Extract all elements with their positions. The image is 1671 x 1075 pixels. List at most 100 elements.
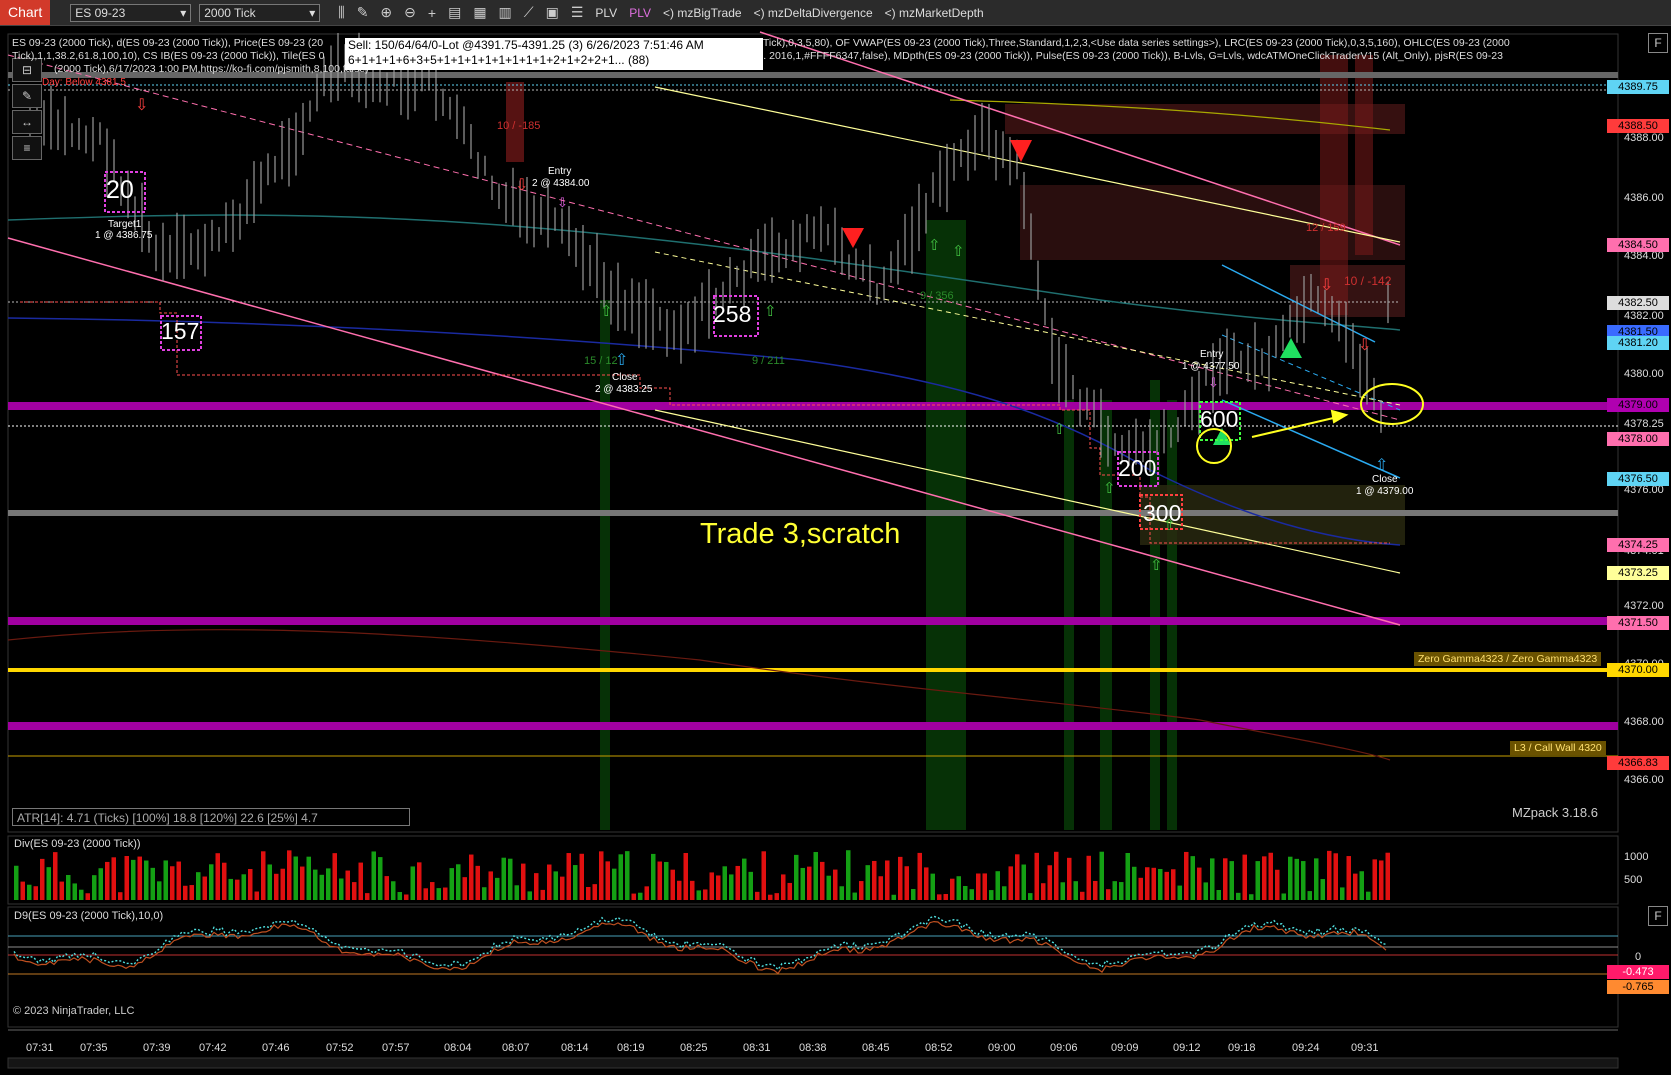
div-bar [196,872,201,900]
div-bar [306,856,311,900]
zoom-in-icon[interactable]: ⊕ [380,4,392,21]
div-bar [248,868,253,900]
info-line1: ES 09-23 (2000 Tick), d(ES 09-23 (2000 T… [12,37,324,49]
div-bar [742,858,747,900]
div-bar [501,857,506,900]
down-arrow-icon: ⇩ [1320,277,1333,294]
div-bar [352,882,357,900]
expand-icon[interactable]: ↔ [12,110,42,134]
div-bar [638,892,643,900]
div-bar [1067,857,1072,900]
d9-axis-tag: -0.765 [1607,980,1669,994]
div-bar [521,863,526,900]
d9-panel-label: D9(ES 09-23 (2000 Tick),10,0) [14,910,164,922]
div-bar [40,858,45,900]
big-trade-size: 258 [713,301,752,327]
div-bar [774,893,779,900]
price-tag: 4388.50 [1607,119,1669,133]
up-arrow-icon: ⇧ [952,243,965,260]
big-trade-size: 157 [161,318,200,344]
div-bar [1086,855,1091,900]
div-bar [27,884,32,900]
close-label: Close [612,372,638,383]
price-tag: 4384.50 [1607,238,1669,252]
price-chart[interactable]: ⇩ ⇩ ⇩ ⇩ ⇧ ⇧ ⇧ ⇧ ⇧ ⇧ ⇧ ⇧ ⇧ ⇧ ⇩ ⇩ [0,27,1671,1075]
div-bar [430,882,435,900]
instrument-selector[interactable]: ES 09-23 ▾ [70,3,192,22]
entry-marker-icon: ⇩ [1208,375,1219,390]
div-bar [85,893,90,900]
big-trade-size: 200 [1118,455,1157,481]
div-bar [1008,866,1013,900]
price-tag: 4382.50 [1607,296,1669,310]
div-bar [1242,854,1247,900]
time-axis-label: 07:57 [382,1042,410,1054]
div-bar [313,869,318,900]
plv-alt-button[interactable]: PLV [629,6,651,20]
mzdeltadivergence-button[interactable]: <) mzDeltaDivergence [754,6,873,20]
pencil-icon[interactable]: ✎ [357,4,369,21]
div-bar [1112,881,1117,900]
zero-gamma-label: Zero Gamma4323 / Zero Gamma4323 [1414,652,1602,666]
div-bar [612,868,617,900]
bars-icon[interactable]: ⫼ [338,4,344,21]
ratio-label: 10 / -142 [1344,274,1392,288]
indicator-icon[interactable]: ▥ [499,4,512,21]
collapse-panel-button[interactable]: F [1648,33,1668,53]
ratio-label: 10 / -185 [497,120,541,132]
div-bar [274,873,279,900]
div-bar [1281,893,1286,900]
div-bar [1249,894,1254,900]
time-axis-label: 08:25 [680,1042,708,1054]
chart-tab[interactable]: Chart [0,0,51,25]
line-chart-icon[interactable]: ⟋ [524,4,534,21]
menu-icon[interactable]: ≡ [12,136,42,160]
collapse-panel-button[interactable]: F [1648,906,1668,926]
div-bar [371,851,376,900]
div-bar [794,854,799,900]
mzmarketdepth-button[interactable]: <) mzMarketDepth [885,6,984,20]
div-bar [1145,867,1150,900]
ratio-label: 9 / 211 [752,355,785,367]
price-tag: 4379.00 [1607,398,1669,412]
div-bar [105,861,110,900]
call-wall-label: L3 / Call Wall 4320 [1510,741,1606,755]
div-bar [92,875,97,900]
div-bar [1301,861,1306,900]
time-axis-label: 07:46 [262,1042,290,1054]
mzbigtrade-button[interactable]: <) mzBigTrade [663,6,742,20]
horizontal-scrollbar[interactable] [7,1057,1619,1069]
interval-selector[interactable]: 2000 Tick ▾ [199,3,321,22]
div-bar [683,852,688,900]
down-arrow-icon: ⇩ [135,97,148,114]
div-bar [1379,860,1384,900]
div-bar [365,893,370,900]
div-bar [1171,869,1176,900]
div-bar [1314,858,1319,900]
strategy-icon[interactable]: ▦ [473,4,486,21]
div-bar [800,867,805,900]
div-bar [1190,856,1195,900]
div-bar [1106,889,1111,900]
crosshair-icon[interactable]: + [428,5,436,21]
entry-price: 1 @ 4377.50 [1182,361,1240,372]
plv-button[interactable]: PLV [595,6,617,20]
ratio-label: 15 / 12 [584,355,618,367]
tooltip-line2: 6+1+1+1+6+3+5+1+1+1+1+1+1+1+1+2+1+2+2+1.… [348,53,650,67]
div-bar [449,868,454,900]
div-bar [969,889,974,900]
div-bar [833,869,838,900]
properties-icon[interactable]: ▤ [448,4,461,21]
div-bar [898,856,903,900]
div-bar [1132,866,1137,900]
div-bar [189,885,194,900]
div-bar [690,880,695,900]
div-bar [1359,871,1364,900]
div-bar [807,866,812,900]
data-box-icon[interactable]: ▣ [546,4,559,21]
time-axis-label: 09:00 [988,1042,1016,1054]
price-axis-label: 4366.00 [1624,774,1664,786]
list-icon[interactable]: ☰ [571,4,584,21]
div-bar [1073,881,1078,900]
zoom-out-icon[interactable]: ⊖ [404,4,416,21]
